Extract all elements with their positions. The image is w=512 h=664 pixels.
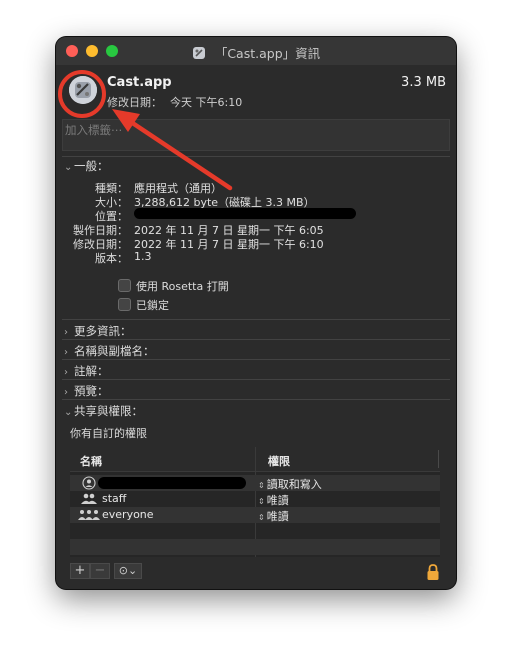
privilege-value: 讀取和寫入: [266, 478, 322, 491]
redacted-user-name: [98, 477, 246, 489]
section-more-info-title: 更多資訊：: [74, 324, 132, 338]
rosetta-checkbox-row[interactable]: 使用 Rosetta 打開: [118, 278, 229, 294]
tags-input[interactable]: 加入標籤⋯: [62, 119, 450, 151]
info-row-version: 版本： 1.3: [56, 250, 456, 265]
chevron-down-icon: ⌄: [64, 407, 73, 418]
locked-label: 已鎖定: [136, 299, 169, 312]
updown-icon: ⇕: [258, 497, 265, 506]
remove-user-button[interactable]: −: [90, 563, 110, 579]
divider: [62, 359, 450, 360]
permissions-caption: 你有自訂的權限: [70, 427, 147, 440]
section-sharing-title: 共享與權限：: [74, 404, 143, 418]
lock-icon[interactable]: [426, 563, 440, 581]
version-label: 版本：: [95, 252, 128, 265]
table-row[interactable]: staff ⇕ 唯讀: [70, 491, 440, 507]
info-row-location: 位置：: [56, 208, 456, 223]
divider: [62, 319, 450, 320]
divider: [62, 156, 450, 157]
column-header-privilege[interactable]: 權限: [268, 453, 290, 469]
divider: [62, 339, 450, 340]
column-divider: [438, 450, 439, 468]
everyone-icon: [78, 510, 100, 520]
info-row-created: 製作日期： 2022 年 11 月 7 日 星期一 下午 6:05: [56, 222, 456, 237]
info-row-modified: 修改日期： 2022 年 11 月 7 日 星期一 下午 6:10: [56, 236, 456, 251]
locked-checkbox[interactable]: [118, 298, 131, 311]
section-name-ext-title: 名稱與副檔名：: [74, 344, 155, 358]
privilege-select[interactable]: ⇕ 唯讀: [258, 508, 289, 524]
divider: [62, 379, 450, 380]
section-sharing-toggle[interactable]: ⌄ 共享與權限：: [64, 403, 143, 419]
info-row-kind: 種類： 應用程式（通用）: [56, 180, 456, 195]
app-title-icon: [192, 47, 205, 59]
updown-icon: ⇕: [258, 513, 265, 522]
modified-value: 今天 下午6:10: [170, 96, 243, 109]
modified-label: 修改日期：: [107, 96, 162, 109]
window-title: 「Cast.app」資訊: [214, 46, 321, 61]
single-user-icon: [82, 476, 96, 490]
chevron-right-icon: ›: [64, 387, 68, 398]
section-preview-toggle[interactable]: › 預覽：: [64, 383, 109, 399]
privilege-select[interactable]: ⇕ 唯讀: [258, 492, 289, 508]
window-title-wrap: 「Cast.app」資訊: [56, 43, 456, 62]
user-name: everyone: [102, 508, 154, 521]
table-row-empty: [70, 523, 440, 539]
rosetta-checkbox[interactable]: [118, 279, 131, 292]
section-general-toggle[interactable]: ⌄ 一般：: [64, 158, 109, 174]
app-size: 3.3 MB: [401, 75, 446, 90]
privilege-select[interactable]: ⇕ 讀取和寫入: [258, 476, 322, 492]
app-name: Cast.app: [107, 75, 172, 90]
add-user-button[interactable]: +: [70, 563, 90, 579]
updown-icon: ⇕: [258, 481, 265, 490]
section-comments-toggle[interactable]: › 註解：: [64, 363, 109, 379]
info-header: Cast.app 3.3 MB 修改日期： 今天 下午6:10: [56, 65, 456, 115]
section-more-info-toggle[interactable]: › 更多資訊：: [64, 323, 132, 339]
divider: [62, 399, 450, 400]
privilege-value: 唯讀: [266, 510, 289, 523]
redacted-location: [134, 208, 356, 219]
rosetta-label: 使用 Rosetta 打開: [136, 280, 229, 293]
table-row[interactable]: ⇕ 讀取和寫入: [70, 475, 440, 491]
title-bar: 「Cast.app」資訊: [56, 37, 456, 65]
locked-checkbox-row[interactable]: 已鎖定: [118, 297, 169, 313]
column-header-name[interactable]: 名稱: [80, 453, 102, 469]
table-row-empty: [70, 539, 440, 555]
chevron-down-icon: ⌄: [64, 162, 73, 173]
privilege-value: 唯讀: [266, 494, 289, 507]
chevron-right-icon: ›: [64, 367, 68, 378]
group-icon: [81, 493, 97, 504]
section-name-ext-toggle[interactable]: › 名稱與副檔名：: [64, 343, 155, 359]
table-row[interactable]: everyone ⇕ 唯讀: [70, 507, 440, 523]
location-value: [134, 208, 356, 221]
info-row-size: 大小： 3,288,612 byte（磁碟上 3.3 MB）: [56, 194, 456, 209]
tags-placeholder: 加入標籤⋯: [65, 123, 123, 137]
permissions-table: 名稱 權限 ⇕ 讀取和寫入 staff ⇕ 唯讀 everyone ⇕ 唯讀: [70, 447, 440, 557]
version-value: 1.3: [134, 250, 152, 263]
info-window: 「Cast.app」資訊 Cast.app 3.3 MB 修改日期： 今天 下午6…: [56, 37, 456, 589]
section-general-title: 一般：: [74, 159, 109, 173]
section-comments-title: 註解：: [74, 364, 109, 378]
action-menu-button[interactable]: ⊙⌄: [114, 563, 142, 579]
chevron-right-icon: ›: [64, 327, 68, 338]
annotation-circle: [58, 70, 106, 118]
chevron-right-icon: ›: [64, 347, 68, 358]
modified-line: 修改日期： 今天 下午6:10: [107, 94, 250, 110]
user-name: staff: [102, 492, 127, 505]
section-preview-title: 預覽：: [74, 384, 109, 398]
